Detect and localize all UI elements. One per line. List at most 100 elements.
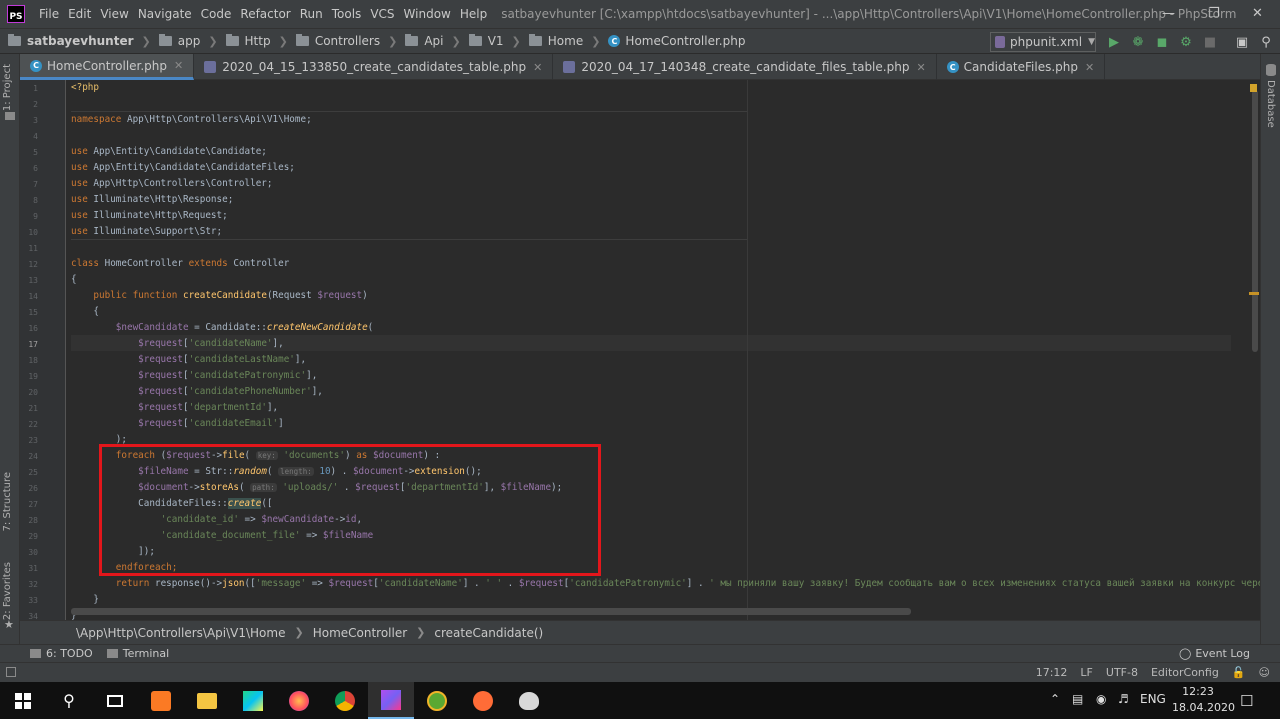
nav-crumb-controllers[interactable]: Controllers: [295, 34, 380, 48]
line-number[interactable]: 31: [20, 564, 38, 573]
line-number[interactable]: 7: [20, 180, 38, 189]
nav-crumb-app[interactable]: app: [158, 34, 200, 48]
nav-crumb-v1[interactable]: V1: [468, 34, 504, 48]
line-number[interactable]: 5: [20, 148, 38, 157]
line-number[interactable]: 34: [20, 612, 38, 620]
profile-icon[interactable]: ⚙: [1178, 34, 1194, 50]
line-number[interactable]: 28: [20, 516, 38, 525]
line-number[interactable]: 16: [20, 324, 38, 333]
line-number[interactable]: 22: [20, 420, 38, 429]
breadcrumb-method[interactable]: createCandidate(): [434, 626, 543, 640]
menu-file[interactable]: File: [39, 7, 59, 21]
pc-icon[interactable]: ▤: [1072, 692, 1083, 706]
event-log-button[interactable]: ◯ Event Log: [1179, 647, 1250, 660]
line-number[interactable]: 25: [20, 468, 38, 477]
line-number[interactable]: 18: [20, 356, 38, 365]
search-everywhere-icon[interactable]: ⚲: [1258, 34, 1274, 50]
menu-code[interactable]: Code: [201, 7, 232, 21]
tab-create-candidates-table[interactable]: 2020_04_15_133850_create_candidates_tabl…: [194, 54, 554, 80]
line-number[interactable]: 20: [20, 388, 38, 397]
taskbar-phpstorm[interactable]: [368, 682, 414, 719]
tab-candidatefiles[interactable]: C CandidateFiles.php ✕: [937, 54, 1106, 80]
task-view-button[interactable]: [92, 682, 138, 719]
notifications-icon[interactable]: ☐: [1240, 692, 1253, 710]
line-number[interactable]: 1: [20, 84, 38, 93]
menu-run[interactable]: Run: [300, 7, 323, 21]
chevron-up-icon[interactable]: ⌃: [1050, 692, 1060, 706]
favorites-tool-tab[interactable]: 2: Favorites: [2, 562, 13, 620]
stop-icon[interactable]: ■: [1202, 34, 1218, 50]
database-tool-tab[interactable]: Database: [1265, 80, 1276, 128]
inspector-icon[interactable]: ☺: [1259, 666, 1270, 679]
horizontal-scrollbar[interactable]: [71, 608, 911, 615]
line-number[interactable]: 30: [20, 548, 38, 557]
minimize-button[interactable]: —: [1162, 6, 1175, 21]
volume-icon[interactable]: ♬: [1118, 692, 1129, 706]
menu-view[interactable]: View: [100, 7, 128, 21]
line-number[interactable]: 15: [20, 308, 38, 317]
taskbar-firefox[interactable]: [276, 682, 322, 719]
line-number[interactable]: 17: [20, 340, 38, 349]
nav-crumb-home[interactable]: Home: [528, 34, 583, 48]
start-button[interactable]: [0, 682, 46, 719]
nav-crumb-project[interactable]: satbayevhunter: [8, 34, 134, 48]
taskbar-paint[interactable]: [506, 682, 552, 719]
terminal-tool-button[interactable]: Terminal: [106, 647, 169, 660]
line-number[interactable]: 33: [20, 596, 38, 605]
wifi-icon[interactable]: ◉: [1096, 692, 1106, 706]
line-number[interactable]: 6: [20, 164, 38, 173]
tab-create-candidate-files-table[interactable]: 2020_04_17_140348_create_candidate_files…: [553, 54, 937, 80]
line-number[interactable]: 2: [20, 100, 38, 109]
menu-window[interactable]: Window: [404, 7, 451, 21]
close-icon[interactable]: ✕: [916, 61, 925, 74]
line-number[interactable]: 32: [20, 580, 38, 589]
nav-crumb-api[interactable]: Api: [405, 34, 443, 48]
line-number[interactable]: 13: [20, 276, 38, 285]
taskbar-chrome[interactable]: [322, 682, 368, 719]
system-clock[interactable]: 12:23 18.04.2020: [1172, 684, 1235, 716]
line-number[interactable]: 14: [20, 292, 38, 301]
lock-icon[interactable]: 🔓: [1232, 666, 1246, 679]
tool-windows-toggle-icon[interactable]: [6, 667, 16, 677]
line-number[interactable]: 21: [20, 404, 38, 413]
restore-button[interactable]: ❐: [1208, 6, 1220, 21]
run-configuration-select[interactable]: phpunit.xml ▼: [990, 32, 1096, 52]
taskbar-explorer[interactable]: [184, 682, 230, 719]
line-number[interactable]: 3: [20, 116, 38, 125]
project-tool-tab[interactable]: 1: Project: [2, 64, 13, 111]
line-number[interactable]: 10: [20, 228, 38, 237]
line-number[interactable]: 26: [20, 484, 38, 493]
todo-tool-button[interactable]: 6: TODO: [30, 647, 93, 660]
taskbar-webstorm[interactable]: [230, 682, 276, 719]
language-indicator[interactable]: ENG: [1140, 692, 1166, 706]
coverage-icon[interactable]: ◼: [1154, 34, 1170, 50]
menu-help[interactable]: Help: [460, 7, 487, 21]
line-number[interactable]: 23: [20, 436, 38, 445]
vertical-scrollbar[interactable]: [1252, 90, 1258, 352]
close-button[interactable]: ✕: [1252, 6, 1263, 21]
taskbar-xampp[interactable]: [138, 682, 184, 719]
nav-crumb-file[interactable]: C HomeController.php: [608, 34, 745, 48]
file-encoding[interactable]: UTF-8: [1106, 666, 1138, 679]
breadcrumb-namespace[interactable]: \App\Http\Controllers\Api\V1\Home: [76, 626, 285, 640]
menu-navigate[interactable]: Navigate: [138, 7, 192, 21]
line-number[interactable]: 24: [20, 452, 38, 461]
search-button[interactable]: ⚲: [46, 682, 92, 719]
menu-tools[interactable]: Tools: [332, 7, 362, 21]
nav-crumb-http[interactable]: Http: [225, 34, 271, 48]
caret-position[interactable]: 17:12: [1036, 666, 1068, 679]
breadcrumb-class[interactable]: HomeController: [313, 626, 407, 640]
close-icon[interactable]: ✕: [533, 61, 542, 74]
project-structure-icon[interactable]: ▣: [1234, 34, 1250, 50]
error-stripe-mark[interactable]: [1249, 292, 1259, 295]
line-number[interactable]: 29: [20, 532, 38, 541]
line-number[interactable]: 11: [20, 244, 38, 253]
taskbar-postman[interactable]: [460, 682, 506, 719]
warning-icon[interactable]: [1250, 84, 1257, 92]
menu-refactor[interactable]: Refactor: [240, 7, 290, 21]
close-icon[interactable]: ✕: [1085, 61, 1094, 74]
menu-edit[interactable]: Edit: [68, 7, 91, 21]
line-number[interactable]: 4: [20, 132, 38, 141]
menu-vcs[interactable]: VCS: [370, 7, 394, 21]
line-number[interactable]: 8: [20, 196, 38, 205]
